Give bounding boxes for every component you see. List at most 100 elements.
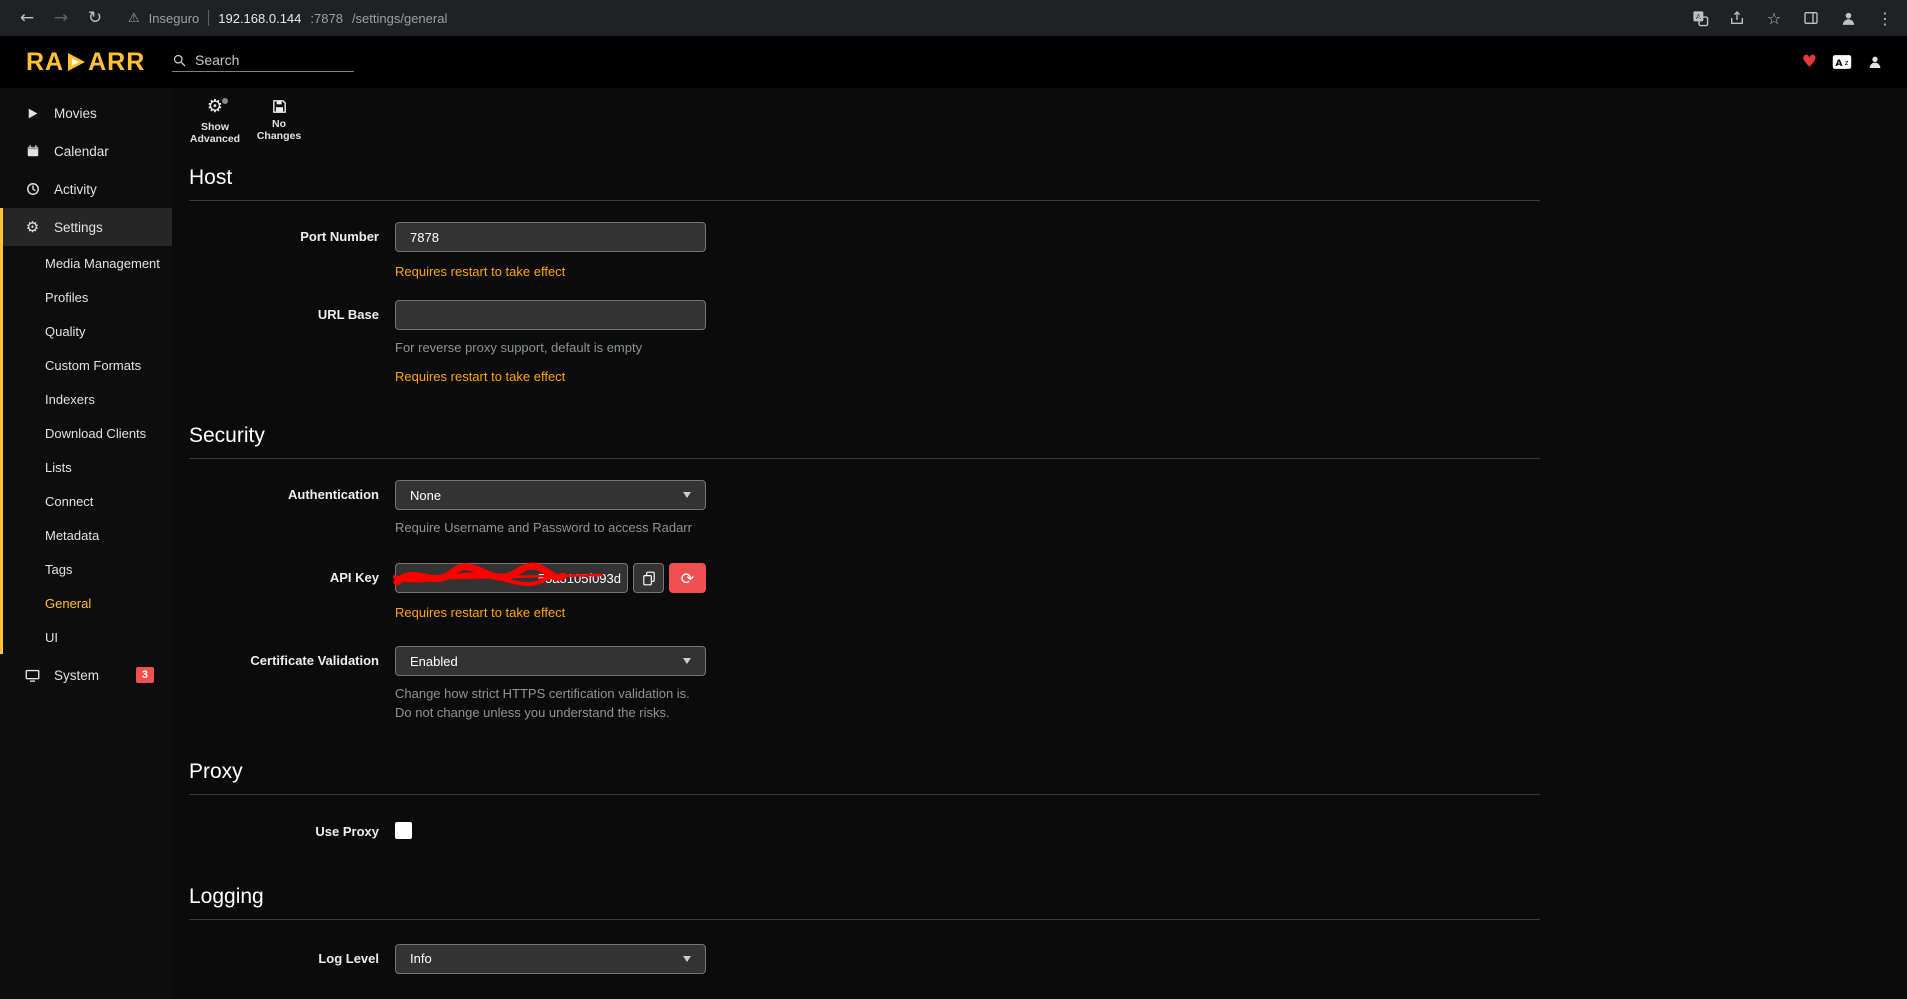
settings-general-page: ⚙ Show Advanced No Changes Host Port Num… (172, 88, 1907, 999)
browser-toolbar: ← → ↻ ⚠ Inseguro 192.168.0.144:7878/sett… (0, 0, 1907, 36)
svg-text:A: A (1835, 58, 1843, 69)
radarr-logo[interactable]: RA ARR (0, 48, 172, 77)
sidebar-item-system[interactable]: System 3 (0, 656, 172, 694)
logo-text-left: RA (26, 48, 64, 77)
sidebar-item-media-management[interactable]: Media Management (3, 246, 172, 280)
share-icon[interactable] (1727, 8, 1747, 28)
api-key-visible-text: 55a8105f093d (538, 571, 621, 586)
log-level-value: Info (410, 951, 432, 966)
sidebar-item-ui[interactable]: UI (3, 620, 172, 654)
certificate-validation-row: Certificate Validation Enabled Change ho… (189, 646, 1540, 721)
logo-text-right: ARR (88, 48, 145, 77)
calendar-icon (24, 144, 41, 158)
sidebar-item-general[interactable]: General (3, 586, 172, 620)
regenerate-api-key-button[interactable]: ⟳ (669, 563, 706, 593)
sidebar-item-tags[interactable]: Tags (3, 552, 172, 586)
bookmark-star-icon[interactable]: ☆ (1764, 8, 1784, 28)
log-level-row: Log Level Info (189, 944, 1540, 974)
use-proxy-row: Use Proxy (189, 819, 1540, 839)
api-key-label: API Key (189, 563, 395, 620)
sidebar-item-label: Calendar (54, 144, 109, 159)
authentication-label: Authentication (189, 480, 395, 537)
sidebar-item-activity[interactable]: Activity (0, 170, 172, 208)
page-toolbar: ⚙ Show Advanced No Changes (189, 88, 1907, 142)
host-section: Host Port Number Requires restart to tak… (189, 166, 1540, 384)
sidebar-item-metadata[interactable]: Metadata (3, 518, 172, 552)
use-proxy-label: Use Proxy (189, 819, 395, 839)
side-panel-icon[interactable] (1801, 8, 1821, 28)
api-key-restart-warning: Requires restart to take effect (395, 605, 706, 620)
url-base-row: URL Base For reverse proxy support, defa… (189, 300, 1540, 384)
copy-api-key-button[interactable] (633, 563, 664, 593)
use-proxy-checkbox[interactable] (395, 822, 412, 839)
not-secure-icon: ⚠ (128, 11, 140, 26)
sidebar-item-connect[interactable]: Connect (3, 484, 172, 518)
save-icon (271, 98, 288, 115)
translate-page-icon[interactable]: A (1690, 8, 1710, 28)
sidebar-item-label: System (54, 668, 99, 683)
chevron-down-icon (683, 956, 691, 962)
save-changes-button[interactable]: No Changes (253, 98, 305, 142)
sidebar-item-quality[interactable]: Quality (3, 314, 172, 348)
advanced-indicator-dot (222, 98, 228, 104)
url-base-restart-warning: Requires restart to take effect (395, 369, 706, 384)
api-key-row: API Key 55a8105f093d ⟳ (189, 563, 1540, 620)
menu-dots-icon[interactable]: ⋮ (1875, 8, 1895, 28)
profile-avatar-icon[interactable] (1838, 8, 1858, 28)
sidebar-item-label: Movies (54, 106, 97, 121)
address-bar[interactable]: ⚠ Inseguro 192.168.0.144:7878/settings/g… (114, 3, 1686, 33)
url-separator (208, 10, 209, 26)
sidebar-item-settings[interactable]: ⚙ Settings (3, 208, 172, 246)
port-number-label: Port Number (189, 222, 395, 279)
sidebar-item-download-clients[interactable]: Download Clients (3, 416, 172, 450)
gears-icon: ⚙ (24, 218, 41, 236)
log-level-select[interactable]: Info (395, 944, 706, 974)
svg-text:z: z (1845, 59, 1849, 67)
reload-icon[interactable]: ↻ (80, 3, 110, 33)
forward-icon[interactable]: → (46, 3, 76, 33)
authentication-help: Require Username and Password to access … (395, 519, 706, 537)
section-title-host: Host (189, 166, 1540, 201)
play-icon (24, 107, 41, 120)
browser-actions: A ☆ ⋮ (1690, 8, 1895, 28)
section-title-proxy: Proxy (189, 760, 1540, 795)
play-logo-icon (65, 51, 87, 73)
search-icon (172, 53, 187, 68)
authentication-value: None (410, 488, 441, 503)
url-host: 192.168.0.144 (218, 11, 301, 26)
sidebar-item-movies[interactable]: Movies (0, 94, 172, 132)
user-icon[interactable] (1867, 54, 1883, 70)
certificate-validation-select[interactable]: Enabled (395, 646, 706, 676)
section-title-security: Security (189, 424, 1540, 459)
search-bar (172, 52, 354, 72)
header-actions: ♥ Az (1802, 52, 1907, 72)
section-title-logging: Logging (189, 885, 1540, 920)
sidebar-item-profiles[interactable]: Profiles (3, 280, 172, 314)
sidebar-item-lists[interactable]: Lists (3, 450, 172, 484)
port-restart-warning: Requires restart to take effect (395, 264, 706, 279)
logging-section: Logging Log Level Info (189, 885, 1540, 974)
search-input[interactable] (195, 52, 345, 68)
sync-icon: ⟳ (681, 569, 694, 588)
sidebar-item-indexers[interactable]: Indexers (3, 382, 172, 416)
donate-heart-icon[interactable]: ♥ (1802, 52, 1817, 72)
url-base-input[interactable] (395, 300, 706, 330)
log-level-label: Log Level (189, 944, 395, 974)
sidebar-item-calendar[interactable]: Calendar (0, 132, 172, 170)
security-section: Security Authentication None Require Use… (189, 424, 1540, 722)
monitor-icon (24, 668, 41, 683)
port-number-input[interactable] (395, 222, 706, 252)
show-advanced-button[interactable]: ⚙ Show Advanced (189, 98, 241, 142)
back-icon[interactable]: ← (12, 3, 42, 33)
sidebar-item-label: Activity (54, 182, 97, 197)
authentication-row: Authentication None Require Username and… (189, 480, 1540, 537)
proxy-section: Proxy Use Proxy (189, 760, 1540, 839)
authentication-select[interactable]: None (395, 480, 706, 510)
translate-icon[interactable]: Az (1832, 54, 1852, 70)
chevron-down-icon (683, 658, 691, 664)
api-key-input[interactable]: 55a8105f093d (395, 563, 628, 593)
clipboard-icon (642, 571, 656, 586)
sidebar-item-custom-formats[interactable]: Custom Formats (3, 348, 172, 382)
url-path: /settings/general (352, 11, 447, 26)
port-number-row: Port Number Requires restart to take eff… (189, 222, 1540, 279)
